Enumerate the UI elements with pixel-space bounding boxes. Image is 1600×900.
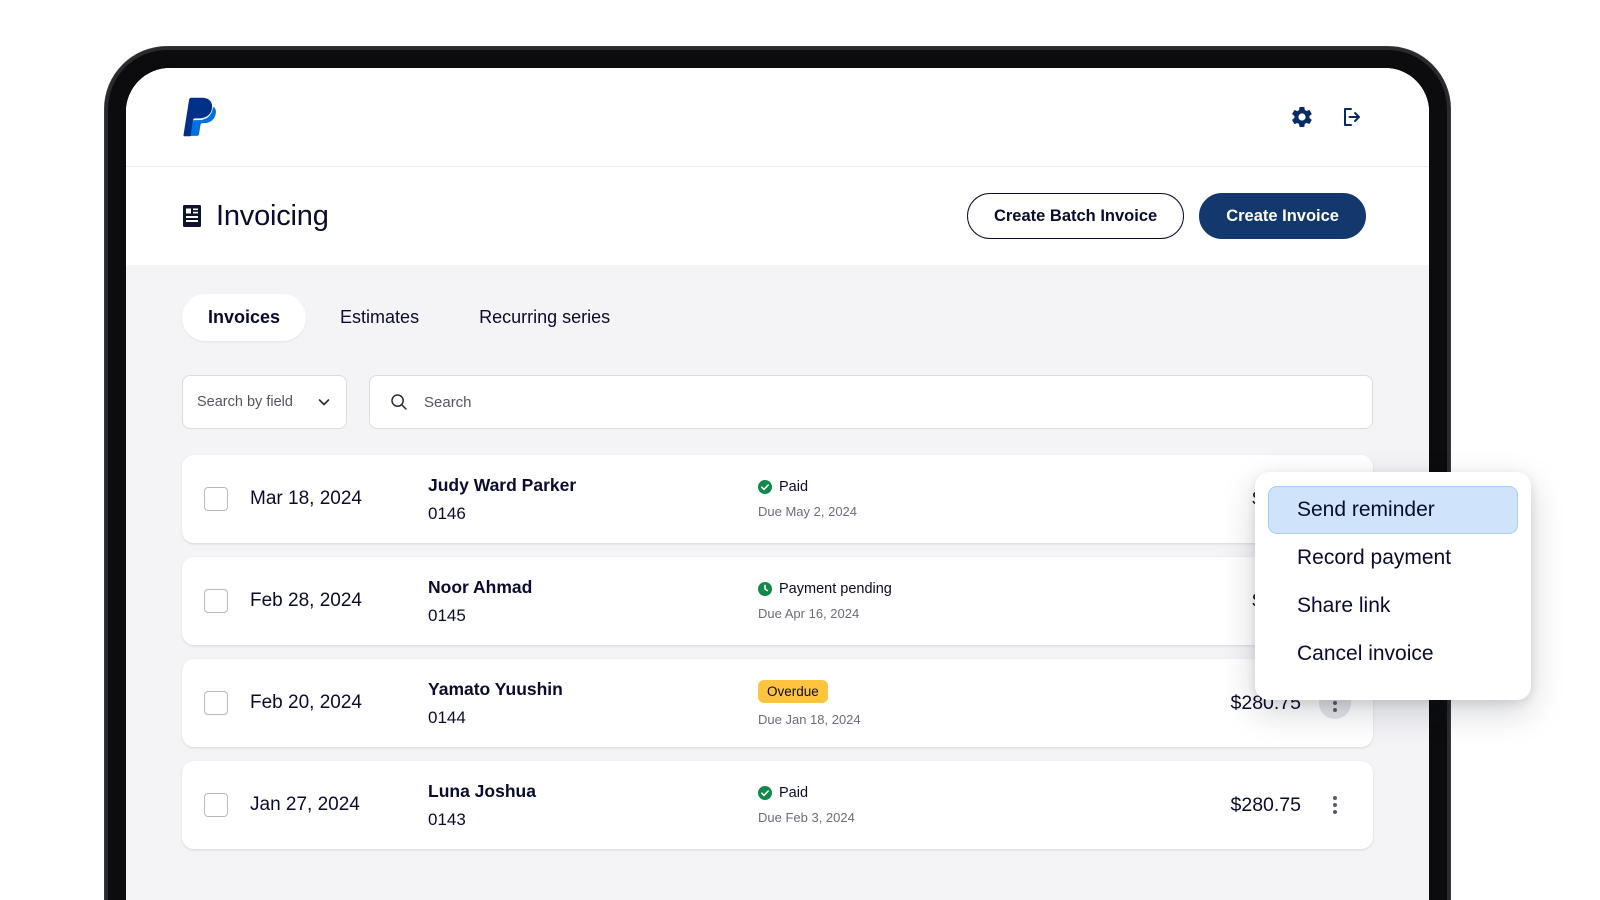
logout-icon <box>1340 105 1364 129</box>
row-customer-name: Luna Joshua <box>428 781 758 802</box>
create-invoice-button[interactable]: Create Invoice <box>1199 193 1366 239</box>
app-screen: Invoicing Create Batch Invoice Create In… <box>126 68 1429 900</box>
page-header: Invoicing Create Batch Invoice Create In… <box>126 167 1429 265</box>
tab-estimates[interactable]: Estimates <box>314 294 445 341</box>
screenshot-stage: Invoicing Create Batch Invoice Create In… <box>0 0 1600 900</box>
row-customer-name: Yamato Yuushin <box>428 679 758 700</box>
topbar-actions <box>1288 103 1366 131</box>
row-invoice-number: 0144 <box>428 708 758 728</box>
tablet-device-frame: Invoicing Create Batch Invoice Create In… <box>105 47 1450 900</box>
row-checkbox[interactable] <box>204 793 228 817</box>
row-context-menu: Send reminder Record payment Share link … <box>1255 472 1531 700</box>
row-due-date: Due Feb 3, 2024 <box>758 810 1058 825</box>
settings-button[interactable] <box>1288 103 1316 131</box>
tab-recurring-series[interactable]: Recurring series <box>453 294 636 341</box>
row-due-date: Due Jan 18, 2024 <box>758 712 1058 727</box>
table-row[interactable]: Feb 20, 2024 Yamato Yuushin 0144 Overdue… <box>182 659 1373 747</box>
row-checkbox[interactable] <box>204 487 228 511</box>
row-status-label: Paid <box>779 479 808 495</box>
row-status-cell: Paid Due May 2, 2024 <box>758 479 1058 519</box>
row-invoice-number: 0146 <box>428 504 758 524</box>
row-status-label: Paid <box>779 785 808 801</box>
row-status: Paid <box>758 479 1058 495</box>
row-status-cell: Paid Due Feb 3, 2024 <box>758 785 1058 825</box>
search-input[interactable]: Search <box>369 375 1373 429</box>
row-customer-cell: Noor Ahmad 0145 <box>428 577 758 626</box>
paypal-logo[interactable] <box>182 97 216 137</box>
tablet-screen: Invoicing Create Batch Invoice Create In… <box>126 68 1429 900</box>
page-header-actions: Create Batch Invoice Create Invoice <box>967 193 1366 239</box>
menu-item-send-reminder[interactable]: Send reminder <box>1268 486 1518 534</box>
row-status-label: Payment pending <box>779 581 892 597</box>
page-title: Invoicing <box>216 200 329 233</box>
row-checkbox[interactable] <box>204 691 228 715</box>
search-row: Search by field Search <box>126 341 1429 429</box>
check-circle-icon <box>758 480 772 494</box>
paypal-logo-icon <box>182 97 216 137</box>
row-status: Paid <box>758 785 1058 801</box>
row-status-cell: Payment pending Due Apr 16, 2024 <box>758 581 1058 621</box>
menu-item-cancel-invoice[interactable]: Cancel invoice <box>1268 630 1518 678</box>
row-status: Overdue <box>758 680 1058 703</box>
menu-item-record-payment[interactable]: Record payment <box>1268 534 1518 582</box>
status-badge: Overdue <box>758 680 828 703</box>
table-row[interactable]: Feb 28, 2024 Noor Ahmad 0145 <box>182 557 1373 645</box>
invoice-document-icon <box>182 204 202 228</box>
row-invoice-number: 0145 <box>428 606 758 626</box>
row-due-date: Due Apr 16, 2024 <box>758 606 1058 621</box>
table-row[interactable]: Jan 27, 2024 Luna Joshua 0143 <box>182 761 1373 849</box>
app-topbar <box>126 68 1429 167</box>
invoice-list: Mar 18, 2024 Judy Ward Parker 0146 <box>126 429 1429 849</box>
search-placeholder: Search <box>424 394 472 411</box>
search-by-field-select[interactable]: Search by field <box>182 375 347 429</box>
row-date: Feb 20, 2024 <box>228 692 428 714</box>
check-circle-icon <box>758 786 772 800</box>
row-customer-cell: Luna Joshua 0143 <box>428 781 758 830</box>
row-checkbox[interactable] <box>204 589 228 613</box>
menu-item-share-link[interactable]: Share link <box>1268 582 1518 630</box>
row-overflow-menu-button[interactable] <box>1319 789 1351 821</box>
row-customer-cell: Yamato Yuushin 0144 <box>428 679 758 728</box>
logout-button[interactable] <box>1338 103 1366 131</box>
tab-bar: Invoices Estimates Recurring series <box>126 265 1429 341</box>
search-icon <box>390 393 408 411</box>
row-date: Jan 27, 2024 <box>228 794 428 816</box>
row-invoice-number: 0143 <box>428 810 758 830</box>
row-customer-cell: Judy Ward Parker 0146 <box>428 475 758 524</box>
row-status-cell: Overdue Due Jan 18, 2024 <box>758 680 1058 727</box>
row-status: Payment pending <box>758 581 1058 597</box>
page-title-group: Invoicing <box>182 200 329 233</box>
search-by-field-value: Search by field <box>197 394 293 410</box>
row-due-date: Due May 2, 2024 <box>758 504 1058 519</box>
clock-circle-icon <box>758 582 772 596</box>
row-date: Feb 28, 2024 <box>228 590 428 612</box>
row-amount: $280.75 <box>1058 794 1319 817</box>
row-date: Mar 18, 2024 <box>228 488 428 510</box>
table-row[interactable]: Mar 18, 2024 Judy Ward Parker 0146 <box>182 455 1373 543</box>
row-customer-name: Judy Ward Parker <box>428 475 758 496</box>
row-customer-name: Noor Ahmad <box>428 577 758 598</box>
gear-icon <box>1290 105 1314 129</box>
create-batch-invoice-button[interactable]: Create Batch Invoice <box>967 193 1184 239</box>
chevron-down-icon <box>316 394 332 410</box>
content-area: Invoices Estimates Recurring series Sear… <box>126 265 1429 900</box>
tab-invoices[interactable]: Invoices <box>182 294 306 341</box>
